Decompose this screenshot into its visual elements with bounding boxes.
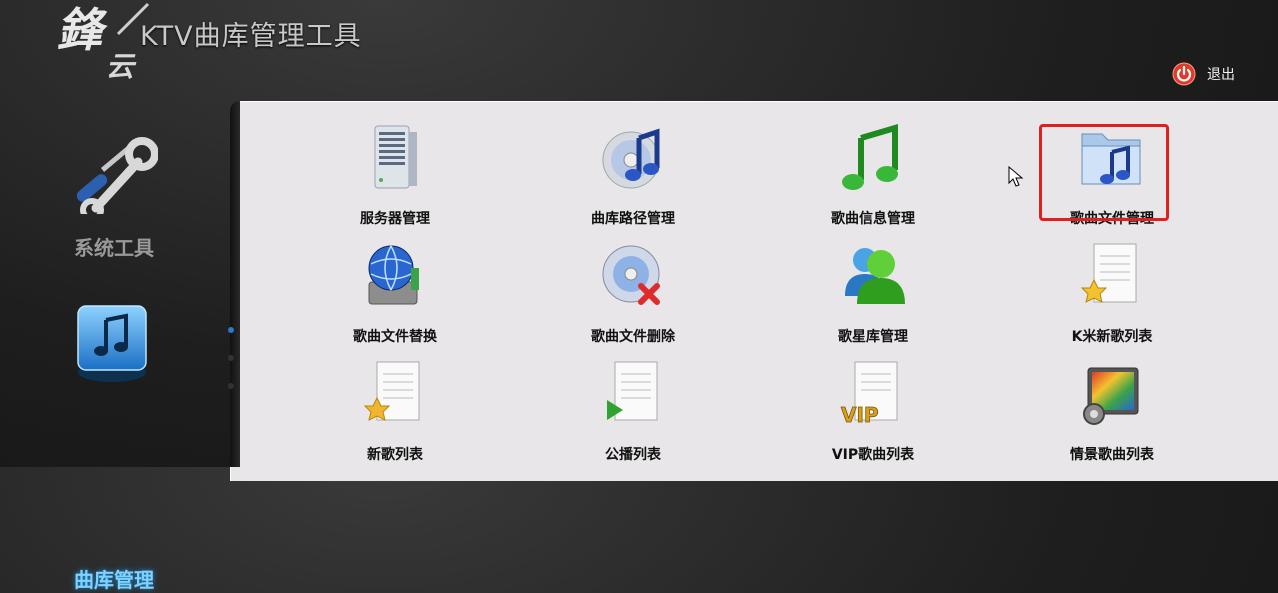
svg-text:鋒: 鋒 [56, 3, 108, 57]
grid-item-label: 歌曲文件删除 [591, 329, 675, 345]
grid-item-singer-library[interactable]: 歌星库管理 [773, 242, 973, 352]
app-title: KTV曲库管理工具 [140, 21, 362, 52]
exit-button[interactable]: 退出 [1172, 62, 1235, 86]
grid-item-scene-songs[interactable]: 情景歌曲列表 [1012, 360, 1212, 470]
globe-drive-icon [368, 245, 419, 305]
grid-item-kmi-new-songs[interactable]: K米新歌列表 [1012, 242, 1212, 352]
mouse-cursor-icon [1008, 166, 1024, 187]
grid-item-label: 新歌列表 [367, 447, 423, 463]
grid-item-public-playlist[interactable]: 公播列表 [533, 360, 733, 470]
grid-item-label: 歌星库管理 [838, 329, 908, 345]
sidebar-item-system-tools[interactable]: 系统工具 [0, 100, 228, 270]
sidebar-item-label: 曲库管理 [74, 568, 154, 592]
doc-play-icon [607, 361, 658, 421]
green-note-icon [842, 124, 898, 190]
grid-item-song-info[interactable]: 歌曲信息管理 [773, 124, 973, 234]
doc-badge-icon [1080, 243, 1137, 303]
wrench-screwdriver-icon [76, 137, 158, 214]
grid-item-vip-songs[interactable]: VIP VIP歌曲列表 [773, 360, 973, 470]
sidebar-item-library[interactable]: 曲库管理 [0, 270, 228, 592]
grid-item-file-delete[interactable]: 歌曲文件删除 [533, 242, 733, 352]
power-icon [1172, 62, 1196, 86]
users-icon [845, 248, 905, 304]
grid-item-server[interactable]: 服务器管理 [295, 124, 495, 234]
music-disc-icon [602, 128, 660, 189]
doc-star-icon [363, 361, 420, 421]
title-bar: 鋒 云 KTV曲库管理工具 退出 [0, 0, 1278, 100]
grid-item-library-path[interactable]: 曲库路径管理 [533, 124, 733, 234]
sidebar: 系统工具 曲库管理 [0, 100, 228, 592]
grid-item-label: 情景歌曲列表 [1070, 447, 1154, 463]
music-note-icon [77, 305, 147, 382]
grid-item-new-songs[interactable]: 新歌列表 [295, 360, 495, 470]
server-icon [374, 125, 417, 189]
grid-item-label: K米新歌列表 [1071, 329, 1153, 345]
doc-vip-icon: VIP [841, 361, 898, 427]
grid-item-label: 曲库路径管理 [591, 211, 675, 227]
disc-delete-icon [602, 245, 660, 305]
scene-settings-icon [1083, 367, 1139, 425]
splitter-handle[interactable] [226, 320, 236, 400]
exit-label: 退出 [1207, 67, 1235, 83]
sidebar-item-label: 系统工具 [74, 236, 154, 260]
svg-text:VIP: VIP [841, 403, 879, 427]
grid-item-label: 歌曲文件替换 [353, 329, 437, 345]
svg-text:云: 云 [106, 50, 137, 83]
grid-item-label: 公播列表 [605, 447, 661, 463]
grid-item-label: VIP歌曲列表 [831, 447, 915, 463]
grid-item-label: 歌曲信息管理 [831, 211, 915, 227]
grid-item-label: 服务器管理 [360, 211, 430, 227]
grid-item-file-replace[interactable]: 歌曲文件替换 [295, 242, 495, 352]
selection-highlight [1039, 124, 1169, 221]
panel-edge [230, 101, 240, 467]
